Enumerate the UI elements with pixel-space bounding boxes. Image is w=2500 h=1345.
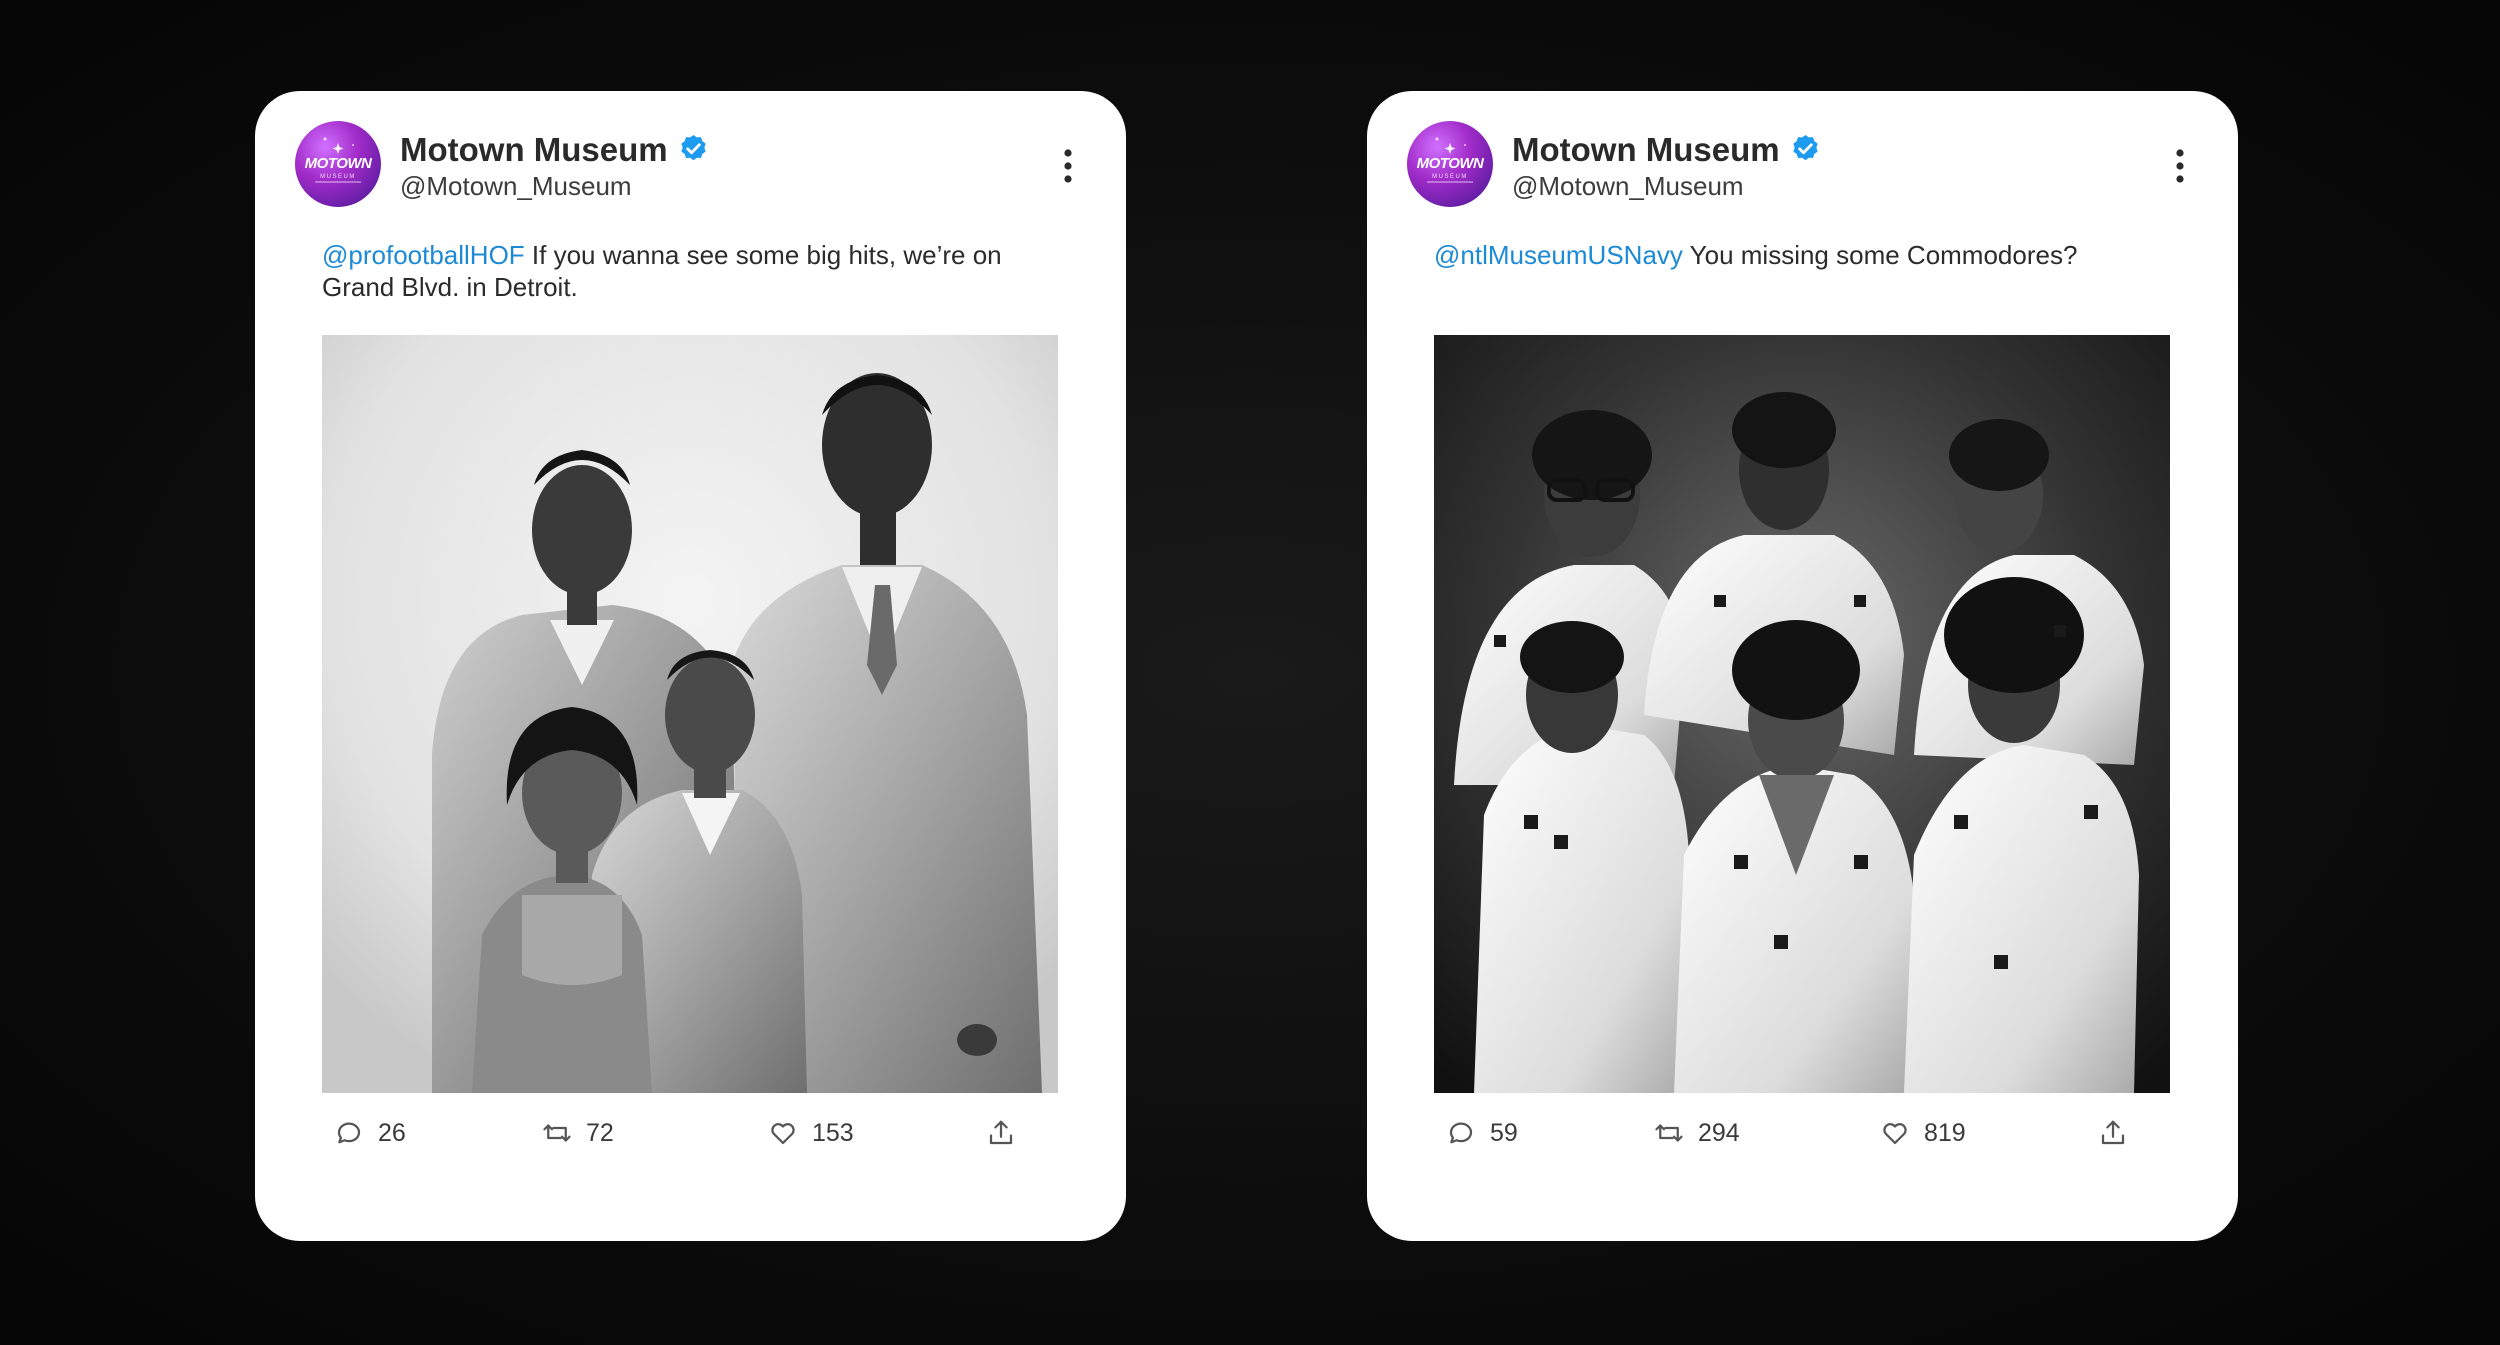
more-options-icon[interactable] [2173,146,2187,186]
handle[interactable]: @Motown_Museum [1512,171,1744,202]
reply-count: 26 [378,1118,406,1147]
mention-link[interactable]: @ntlMuseumUSNavy [1434,240,1683,270]
like-count: 819 [1924,1118,1966,1147]
avatar-sub: MUSEUM [1432,174,1468,180]
name-row: Motown Museum [400,131,709,171]
tweet-text: @profootballHOF If you wanna see some bi… [322,239,1022,303]
avatar-sub: MUSEUM [320,174,356,180]
retweet-count: 72 [586,1118,614,1147]
tweet-photo[interactable] [322,335,1058,1093]
action-bar: 59 294 819 [1434,1113,2170,1153]
avatar-brand: MOTOWN [304,155,372,172]
tweet-body: You missing some Commodores? [1682,240,2078,270]
mention-link[interactable]: @profootballHOF [322,240,525,270]
like-count: 153 [812,1118,854,1147]
display-name[interactable]: Motown Museum [400,131,668,168]
verified-icon [1790,133,1821,164]
share-button[interactable] [986,1113,1016,1153]
name-row: Motown Museum [1512,131,1821,171]
tweet-photo[interactable] [1434,335,2170,1093]
verified-icon [678,133,709,164]
like-button[interactable]: 819 [1880,1113,1966,1153]
heart-icon [1883,1123,1907,1145]
avatar-brand: MOTOWN [1416,155,1484,172]
retweet-button[interactable]: 72 [542,1113,614,1153]
display-name[interactable]: Motown Museum [1512,131,1780,168]
action-bar: 26 72 153 [322,1113,1058,1153]
tweet-text: @ntlMuseumUSNavy You missing some Commod… [1434,239,2134,271]
heart-icon [771,1123,795,1145]
reply-icon [1449,1122,1473,1144]
retweet-count: 294 [1698,1118,1740,1147]
avatar[interactable]: MOTOWN MUSEUM [295,121,381,207]
reply-button[interactable]: 59 [1446,1113,1518,1153]
reply-icon [337,1122,361,1144]
share-button[interactable] [2098,1113,2128,1153]
like-button[interactable]: 153 [768,1113,854,1153]
retweet-icon [543,1124,571,1142]
reply-button[interactable]: 26 [334,1113,406,1153]
avatar[interactable]: MOTOWN MUSEUM [1407,121,1493,207]
band-portrait-image [1434,335,2170,1093]
more-options-icon[interactable] [1061,146,1075,186]
retweet-icon [1655,1124,1683,1142]
tweet-card: MOTOWN MUSEUM Motown Museum @Motown_Muse… [1367,91,2238,1241]
reply-count: 59 [1490,1118,1518,1147]
handle[interactable]: @Motown_Museum [400,171,632,202]
share-icon [989,1120,1013,1145]
share-icon [2101,1120,2125,1145]
group-portrait-image [322,335,1058,1093]
tweet-card: MOTOWN MUSEUM Motown Museum @Motown_Muse… [255,91,1126,1241]
retweet-button[interactable]: 294 [1654,1113,1740,1153]
